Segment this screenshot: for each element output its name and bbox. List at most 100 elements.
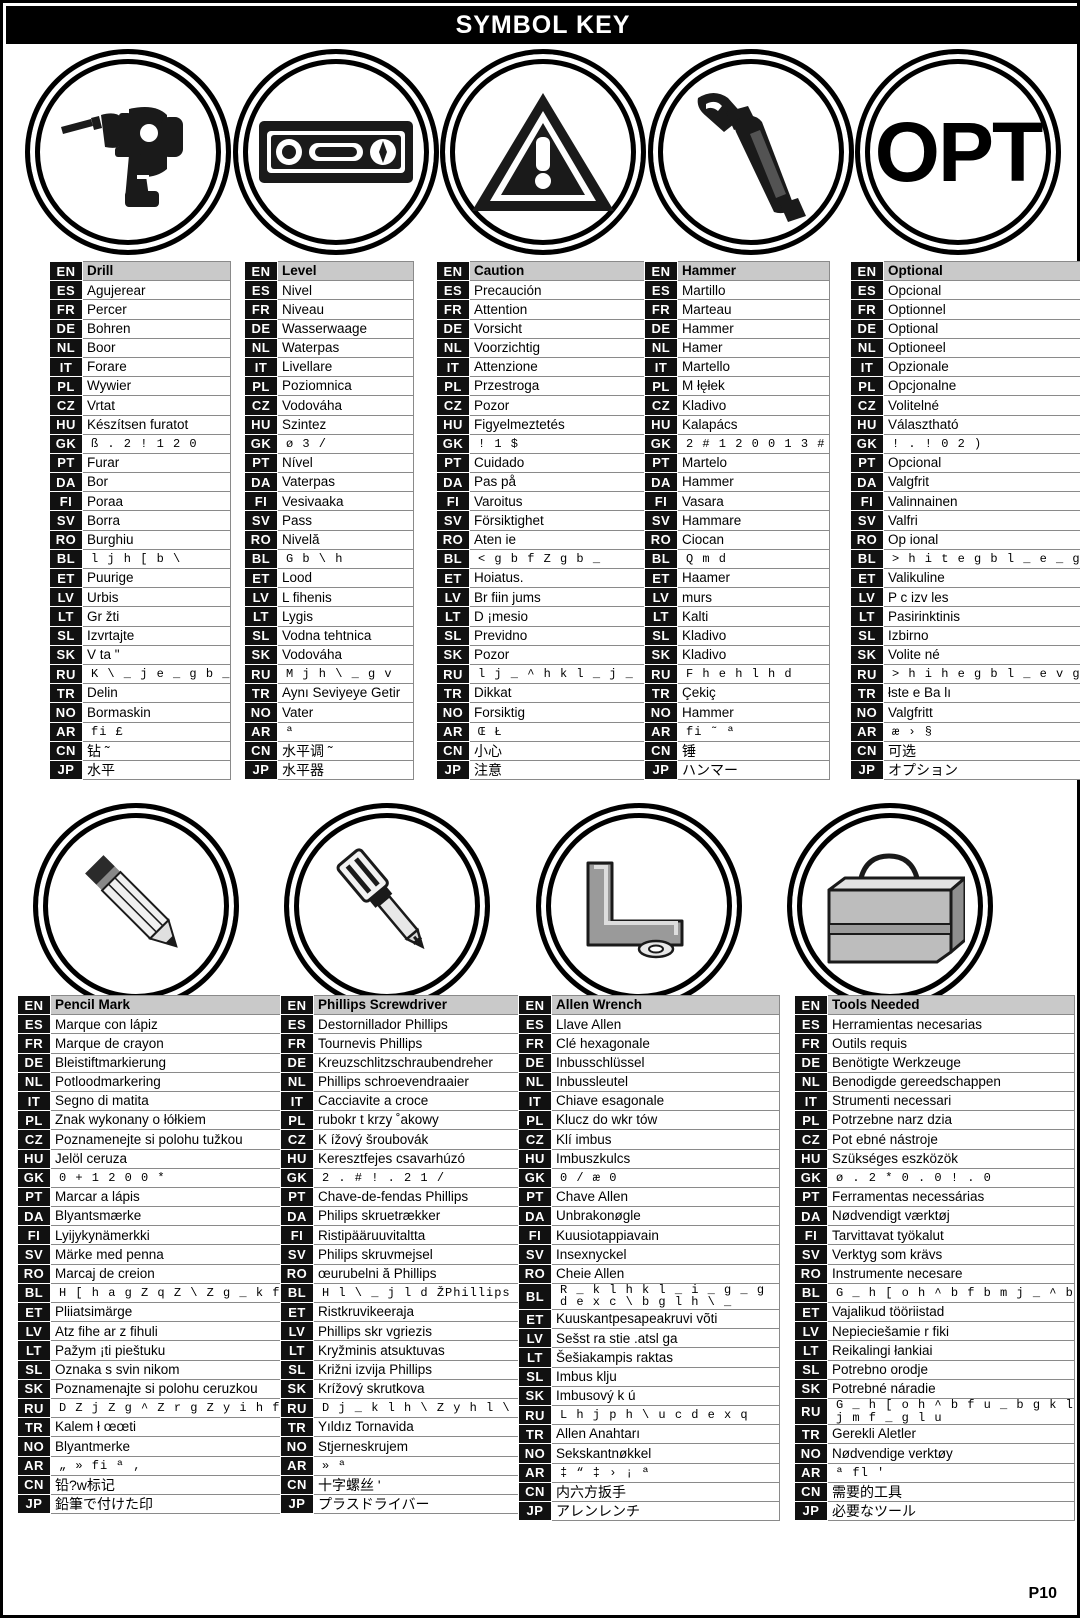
translation-cell: Instrumente necesare xyxy=(827,1263,1075,1284)
translation-cell: æ › § xyxy=(883,721,1080,742)
translation-cell: Valfri xyxy=(883,510,1080,531)
language-code-cell: LT xyxy=(17,1340,51,1361)
table-row: CN 内六方扳手 xyxy=(518,1481,780,1502)
table-row: NO Bormaskin xyxy=(49,702,232,723)
table-row: EN Optional xyxy=(850,260,1080,282)
language-code-cell: CZ xyxy=(794,1129,828,1150)
table-row: EN Tools Needed xyxy=(794,994,1075,1016)
language-code-cell: ET xyxy=(850,567,884,589)
language-code-cell: AR xyxy=(644,721,678,742)
language-code-cell: GK xyxy=(436,433,470,454)
language-code-cell: IT xyxy=(436,356,470,378)
language-code-cell: NL xyxy=(644,337,678,358)
language-code-cell: SL xyxy=(794,1359,828,1380)
table-row: RU F h e h l h d xyxy=(644,663,830,685)
table-row: IT Strumenti necessari xyxy=(794,1090,1075,1112)
translation-cell: Klucz do wkr tów xyxy=(551,1110,780,1131)
language-code-cell: DE xyxy=(17,1052,51,1073)
table-row: NO Nødvendige verktøy xyxy=(794,1443,1075,1464)
translation-cell: Martelo xyxy=(677,452,830,474)
translation-cell: Bohren xyxy=(81,318,232,339)
language-code-cell: CN xyxy=(49,740,83,761)
translation-cell: 可选 xyxy=(883,740,1080,761)
table-row: FR Niveau xyxy=(244,299,414,320)
table-row: GK! . ! 0 2 ) xyxy=(850,433,1080,454)
language-code-cell: BL xyxy=(644,548,678,570)
table-row: HU Szükséges eszközök xyxy=(794,1148,1075,1169)
table-row: TR Delin xyxy=(49,683,232,704)
translation-cell: Ciocan xyxy=(677,529,830,550)
level-icon xyxy=(232,49,439,255)
table-allen-wrench: EN Allen Wrench ES Llave Allen FR Clé hexagon… xyxy=(518,994,780,1522)
table-row: FI Valinnainen xyxy=(850,491,1080,512)
table-row: DE Optional xyxy=(850,318,1080,339)
language-code-cell: RU xyxy=(49,663,83,685)
language-code-cell: IT xyxy=(518,1090,552,1112)
language-code-cell: JP xyxy=(49,759,83,781)
table-row: JP ハンマー xyxy=(644,759,830,781)
table-row: SK Vodováha xyxy=(244,644,414,665)
translation-cell: 0 / æ 0 xyxy=(551,1167,780,1188)
translation-cell: Drill xyxy=(81,260,232,282)
translation-cell: Outils requis xyxy=(827,1033,1075,1054)
language-code-cell: SV xyxy=(518,1244,552,1265)
language-code-cell: JP xyxy=(244,759,278,781)
translation-cell: Inbusschlüssel xyxy=(551,1052,780,1073)
translation-cell: Furar xyxy=(81,452,232,474)
language-code-cell: NL xyxy=(850,337,884,358)
translation-cell: Puurige xyxy=(81,567,232,589)
table-row: DA Valgfrit xyxy=(850,472,1080,493)
table-row: CZ Pot ebné nástroje xyxy=(794,1129,1075,1150)
table-optional: EN Optional ES Opcional FR Optionnel DE Optiona… xyxy=(850,260,1080,781)
language-code-cell: AR xyxy=(518,1462,552,1483)
table-row: LV P c izv les xyxy=(850,587,1080,608)
language-code-cell: ES xyxy=(280,1014,314,1035)
translation-cell: Op ional xyxy=(883,529,1080,550)
toolbox-icon xyxy=(786,803,993,1009)
translation-cell: P c izv les xyxy=(883,587,1080,608)
language-code-cell: RO xyxy=(794,1263,828,1284)
language-code-cell: NL xyxy=(280,1071,314,1092)
language-code-cell: DA xyxy=(850,472,884,493)
translation-cell: Gerekli Aletler xyxy=(827,1424,1075,1445)
language-code-cell: RU xyxy=(436,663,470,685)
table-row: BL R _ k l h k l _ i _ g _ g d e x c \ b … xyxy=(518,1282,780,1311)
language-code-cell: BL xyxy=(280,1282,314,1304)
table-row: JP 水平器 xyxy=(244,759,414,781)
language-code-cell: EN xyxy=(644,260,678,282)
language-code-cell: DA xyxy=(17,1206,51,1227)
table-row: SL Kladivo xyxy=(644,625,830,646)
language-code-cell: TR xyxy=(850,683,884,704)
language-code-cell: HU xyxy=(794,1148,828,1169)
table-row: FR Clé hexagonale xyxy=(518,1033,780,1054)
table-row: JP 水平 xyxy=(49,759,232,781)
table-row: CZ Klí imbus xyxy=(518,1129,780,1150)
language-code-cell: DA xyxy=(244,472,278,493)
translation-cell: ! . ! 0 2 ) xyxy=(883,433,1080,454)
translation-cell: Reikalingi łankiai xyxy=(827,1340,1075,1361)
table-row: DE Bohren xyxy=(49,318,232,339)
translation-cell: 内六方扳手 xyxy=(551,1481,780,1502)
language-code-cell: PL xyxy=(49,376,83,397)
table-row: EN Level xyxy=(244,260,414,282)
language-code-cell: RO xyxy=(644,529,678,550)
table-row: DA Vaterpas xyxy=(244,472,414,493)
hammer-icon xyxy=(647,49,854,255)
translation-cell: Vrtat xyxy=(81,395,232,416)
language-code-cell: CN xyxy=(244,740,278,761)
language-code-cell: CN xyxy=(436,740,470,761)
language-code-cell: HU xyxy=(518,1148,552,1169)
table-row: DE Inbusschlüssel xyxy=(518,1052,780,1073)
language-code-cell: CZ xyxy=(644,395,678,416)
table-row: SL Potrebno orodje xyxy=(794,1359,1075,1380)
table-row: CN 可选 xyxy=(850,740,1080,761)
language-code-cell: CZ xyxy=(49,395,83,416)
table-row: SL Imbus klju xyxy=(518,1366,780,1387)
table-row: SK Imbusový k ú xyxy=(518,1385,780,1406)
table-row: GK 2 # 1 2 0 0 1 3 # xyxy=(644,433,830,454)
table-row: FR Outils requis xyxy=(794,1033,1075,1054)
language-code-cell: HU xyxy=(644,414,678,435)
language-code-cell: FR xyxy=(17,1033,51,1054)
table-row: TR łste e Ba lı xyxy=(850,683,1080,704)
table-row: NL Boor xyxy=(49,337,232,358)
